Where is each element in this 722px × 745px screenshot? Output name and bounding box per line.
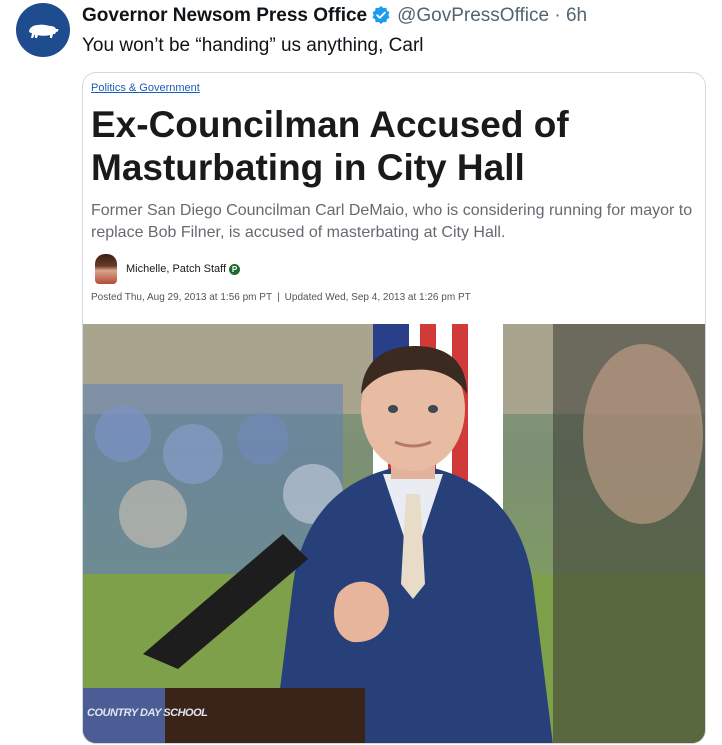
- tweet-timestamp[interactable]: 6h: [566, 5, 587, 26]
- article-summary: Former San Diego Councilman Carl DeMaio,…: [91, 202, 693, 241]
- article-headline: Ex-Councilman Accused of Masturbating in…: [91, 104, 569, 188]
- byline-author[interactable]: Michelle, Patch Staff: [126, 263, 226, 275]
- tweet-header: Governor Newsom Press Office @GovPressOff…: [82, 4, 587, 32]
- avatar[interactable]: [16, 3, 70, 57]
- article-photo: COUNTRY DAY SCHOOL: [83, 324, 705, 743]
- author-name[interactable]: Governor Newsom Press Office: [82, 5, 367, 26]
- author-handle[interactable]: @GovPressOffice: [397, 5, 549, 26]
- link-card[interactable]: Politics & Government Ex-Councilman Accu…: [82, 72, 706, 744]
- podium-sign-text: COUNTRY DAY SCHOOL: [87, 707, 208, 719]
- category-link[interactable]: Politics & Government: [91, 82, 200, 94]
- byline-avatar: [95, 254, 117, 284]
- article-dates: Posted Thu, Aug 29, 2013 at 1:56 pm PT | U…: [91, 292, 471, 303]
- tweet-text: You won’t be “handing” us anything, Carl: [82, 35, 424, 56]
- meta-separator: |: [277, 292, 280, 303]
- updated-date: Updated Wed, Sep 4, 2013 at 1:26 pm PT: [284, 292, 471, 303]
- posted-date: Posted Thu, Aug 29, 2013 at 1:56 pm PT: [91, 292, 273, 303]
- photo-illustration: [83, 324, 705, 743]
- california-bear-icon: [29, 24, 59, 38]
- patch-badge-icon: P: [229, 263, 241, 275]
- separator-dot: ·: [554, 5, 561, 26]
- article-byline: Michelle, Patch Staff P: [95, 254, 241, 284]
- verified-badge-icon: [371, 5, 391, 32]
